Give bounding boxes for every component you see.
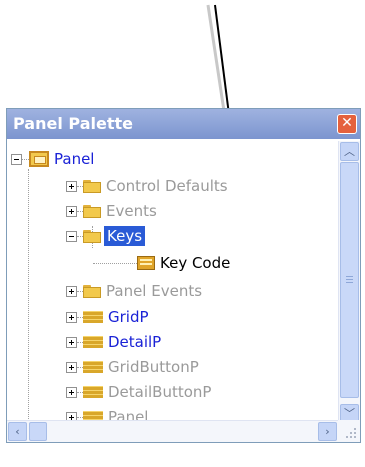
- tree-node-events[interactable]: Events: [66, 200, 157, 222]
- tree-node-label: DetailButtonP: [108, 383, 212, 401]
- tree-node-gridp[interactable]: GridP: [66, 306, 149, 328]
- scroll-up-button[interactable]: ︿: [340, 142, 359, 161]
- chevron-left-icon: ‹: [15, 425, 20, 438]
- scroll-thumb[interactable]: [340, 162, 359, 398]
- tree-node-label: Control Defaults: [106, 177, 228, 195]
- expand-toggle[interactable]: [66, 386, 77, 398]
- tree-node-label: Key Code: [160, 254, 231, 272]
- tree-node-detailbuttonp[interactable]: DetailButtonP: [66, 381, 211, 403]
- tree-node-label: GridButtonP: [108, 358, 199, 376]
- tree-node-gridbuttonp[interactable]: GridButtonP: [66, 356, 199, 378]
- collapse-toggle[interactable]: [66, 230, 77, 242]
- tree-node-label: Panel Events: [106, 282, 203, 300]
- collapse-toggle[interactable]: [11, 153, 22, 165]
- tree-node-key-code[interactable]: Key Code: [93, 252, 230, 274]
- close-button[interactable]: ✕: [337, 114, 357, 134]
- expand-toggle[interactable]: [66, 336, 77, 348]
- expand-toggle[interactable]: [66, 311, 77, 323]
- folder-icon: [83, 179, 101, 193]
- horizontal-scrollbar[interactable]: ‹ ›: [7, 420, 338, 442]
- window-title: Panel Palette: [13, 114, 133, 133]
- expand-toggle[interactable]: [66, 205, 77, 217]
- folder-icon: [83, 284, 101, 298]
- expand-toggle[interactable]: [66, 361, 77, 373]
- tree-node-panel-root[interactable]: Panel: [11, 148, 94, 170]
- vertical-scrollbar[interactable]: ︿ ﹀: [338, 141, 360, 424]
- title-bar: Panel Palette ✕: [7, 109, 360, 139]
- tree-node-keys[interactable]: Keys: [66, 225, 146, 247]
- tree-node-detailp[interactable]: DetailP: [66, 331, 161, 353]
- tree-view[interactable]: Panel Control Defaults Events Keys Key C…: [11, 143, 334, 425]
- resize-grip-icon[interactable]: [338, 420, 360, 442]
- horizontal-scroll-thumb[interactable]: [29, 422, 47, 441]
- grid-icon: [83, 386, 103, 398]
- chevron-right-icon: ›: [325, 425, 330, 438]
- tree-node-label: Panel: [54, 150, 95, 168]
- folder-icon: [83, 204, 101, 218]
- grid-icon: [83, 336, 103, 348]
- panel-palette-window: Panel Palette ✕ Panel Control Defaults E…: [6, 108, 361, 443]
- close-icon: ✕: [341, 115, 353, 131]
- scroll-left-button[interactable]: ‹: [8, 422, 27, 441]
- tree-connector: [28, 169, 29, 425]
- tree-node-control-defaults[interactable]: Control Defaults: [66, 175, 228, 197]
- folder-icon: [83, 229, 101, 243]
- chevron-down-icon: ﹀: [344, 407, 355, 420]
- tree-node-label: Events: [106, 202, 157, 220]
- panel-icon: [29, 151, 49, 167]
- grid-icon: [83, 361, 103, 373]
- chevron-up-icon: ︿: [344, 145, 355, 158]
- keycode-icon: [137, 256, 155, 270]
- grid-icon: [83, 311, 103, 323]
- tree-node-label-selected: Keys: [104, 226, 146, 246]
- tree-node-label: GridP: [108, 308, 149, 326]
- expand-toggle[interactable]: [66, 285, 77, 297]
- tree-node-label: DetailP: [108, 333, 162, 351]
- scroll-right-button[interactable]: ›: [318, 422, 337, 441]
- tree-node-panel-events[interactable]: Panel Events: [66, 280, 202, 302]
- expand-toggle[interactable]: [66, 180, 77, 192]
